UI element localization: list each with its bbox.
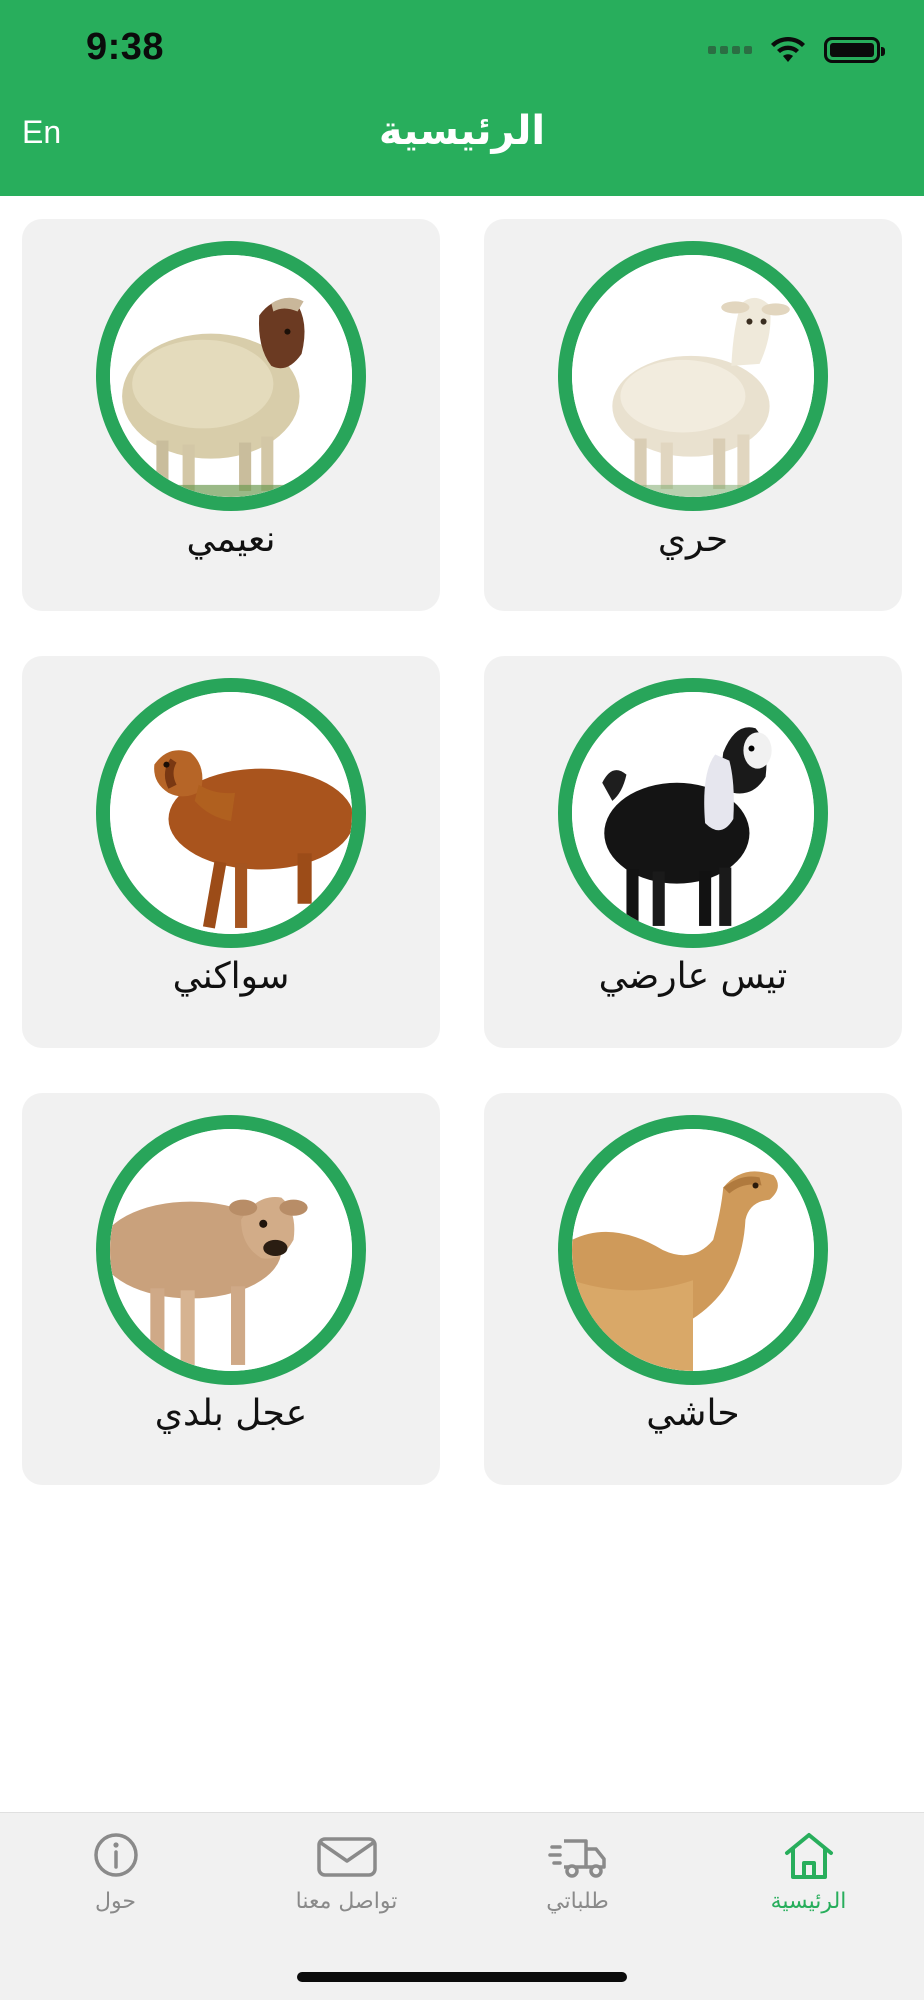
category-card-naimi[interactable]: نعيمي [22,219,440,611]
category-card-hashi[interactable]: حاشي [484,1093,902,1485]
camel-image [558,1115,828,1385]
category-card-harri[interactable]: حري [484,219,902,611]
sheep-image [96,241,366,511]
home-icon [784,1833,833,1879]
category-card-baladi-calf[interactable]: عجل بلدي [22,1093,440,1485]
category-label: نعيمي [186,519,276,560]
category-label: عجل بلدي [154,1393,308,1434]
calf-image [96,1115,366,1385]
info-icon [93,1833,138,1877]
category-card-sawakni[interactable]: سواكني [22,656,440,1048]
tab-label: حول [95,1889,136,1914]
goat-image [558,678,828,948]
tab-label: طلباتي [546,1889,609,1914]
category-label: حري [657,519,729,560]
sheep-image [96,678,366,948]
tab-about[interactable]: حول [0,1827,231,1937]
envelope-icon [316,1837,377,1877]
tab-label: الرئيسية [770,1889,847,1914]
tab-contact-us[interactable]: تواصل معنا [231,1827,462,1937]
tab-my-orders[interactable]: طلباتي [462,1827,693,1937]
category-label: تيس عارضي [598,956,788,997]
tab-label: تواصل معنا [295,1889,398,1914]
delivery-truck-icon [547,1839,606,1878]
page-title: الرئيسية [378,108,546,154]
category-label: حاشي [646,1393,740,1434]
app-header: 9:38 En الرئيسية [0,0,924,196]
home-indicator[interactable] [297,1972,627,1982]
status-icons [708,32,885,68]
battery-icon [824,37,885,63]
category-label: سواكني [172,956,290,997]
sheep-image [558,241,828,511]
tab-home[interactable]: الرئيسية [693,1827,924,1937]
signal-icon [708,46,752,54]
wifi-icon [771,36,805,62]
category-card-ardi-goat[interactable]: تيس عارضي [484,656,902,1048]
status-time: 9:38 [86,26,165,68]
